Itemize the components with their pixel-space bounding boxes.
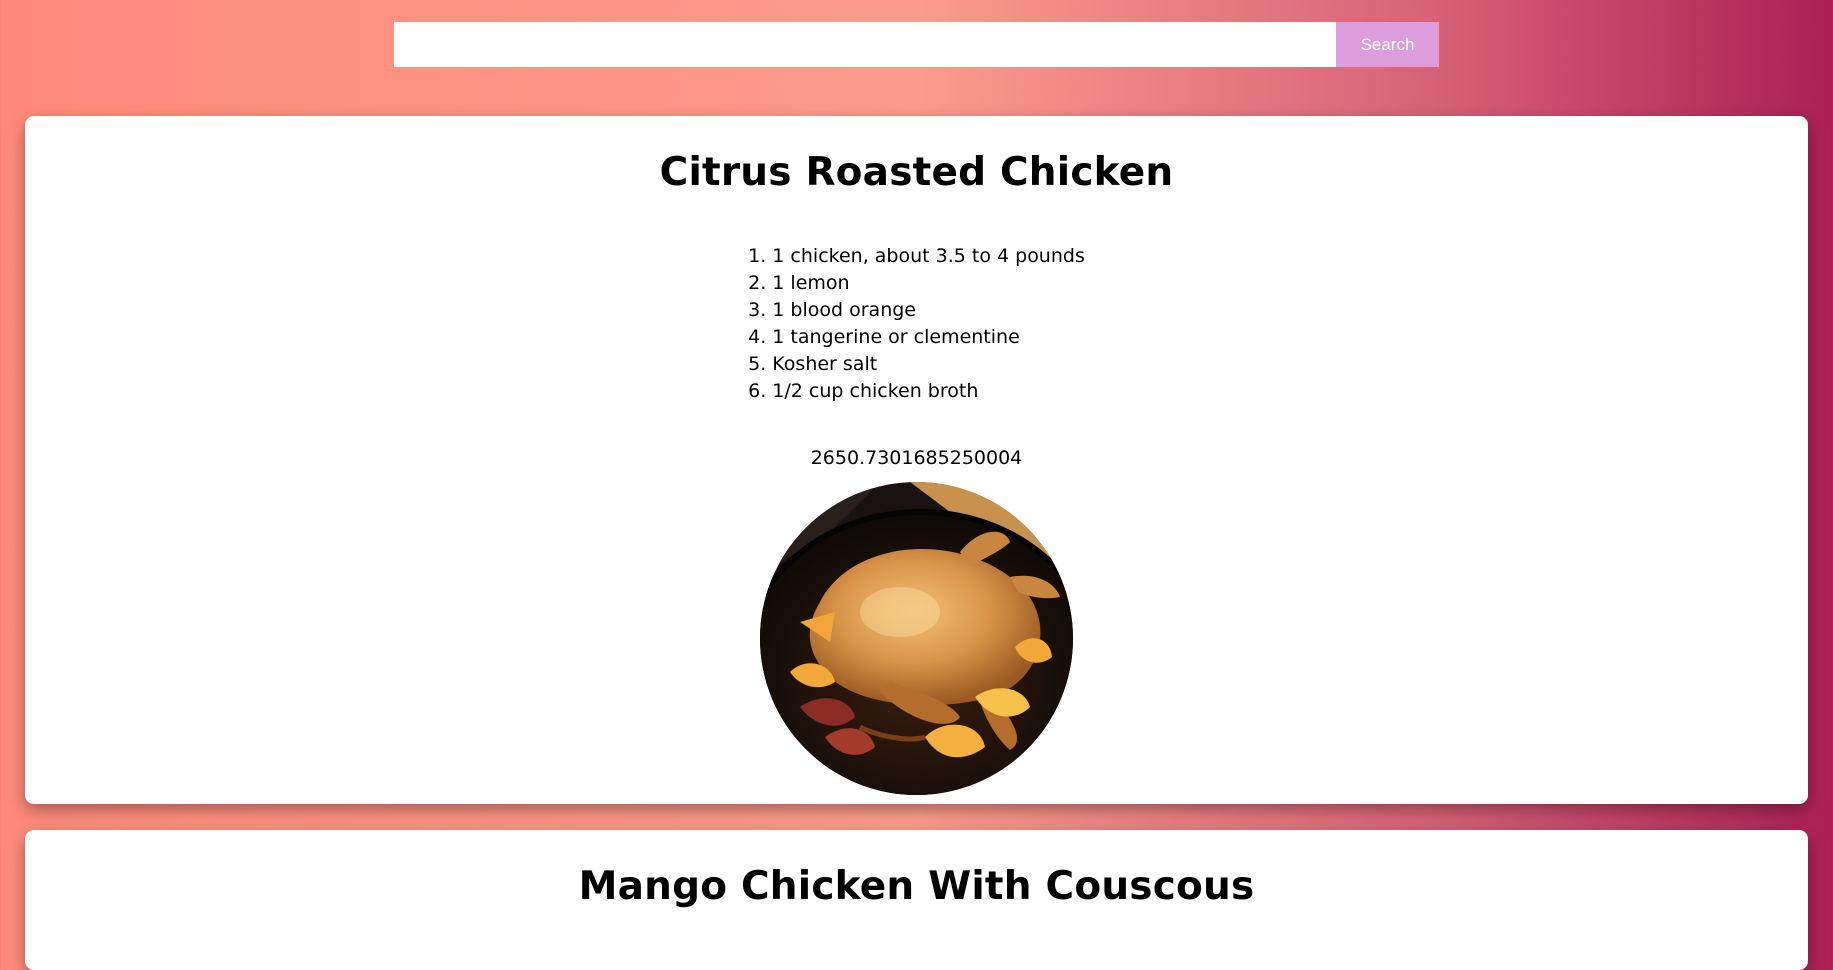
recipe-title: Mango Chicken With Couscous [578,864,1255,909]
search-button[interactable]: Search [1336,22,1439,67]
ingredient-item: 2. 1 lemon [748,271,850,294]
recipe-title: Citrus Roasted Chicken [659,150,1174,195]
search-bar: Search [394,22,1439,67]
roasted-chicken-photo [760,481,1073,795]
ingredient-list: 1. 1 chicken, about 3.5 to 4 pounds 2. 1… [748,243,1085,405]
recipe-card: Mango Chicken With Couscous [25,830,1808,970]
recipe-calories: 2650.7301685250004 [810,446,1023,469]
ingredient-item: 6. 1/2 cup chicken broth [748,379,979,402]
search-input[interactable] [394,22,1336,67]
ingredient-item: 3. 1 blood orange [748,298,916,321]
ingredient-item: 5. Kosher salt [748,352,878,375]
ingredient-item: 1. 1 chicken, about 3.5 to 4 pounds [748,244,1085,267]
ingredient-item: 4. 1 tangerine or clementine [748,325,1020,348]
recipe-image [760,481,1073,795]
recipe-card: Citrus Roasted Chicken 1. 1 chicken, abo… [25,116,1808,804]
